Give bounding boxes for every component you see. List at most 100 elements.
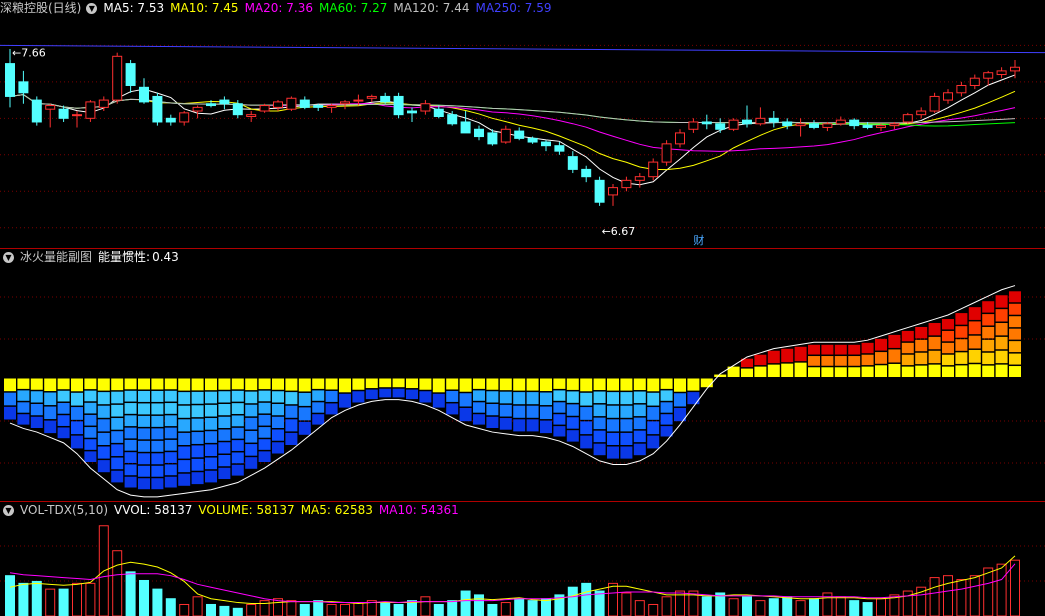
energy-block: [446, 378, 459, 390]
energy-block: [714, 374, 727, 377]
energy-block: [767, 350, 780, 364]
candle-body: [768, 117, 779, 123]
energy-block: [794, 362, 807, 377]
energy-block: [781, 348, 794, 363]
price-chart[interactable]: ←7.66 ←6.67 财: [0, 0, 1045, 248]
candle-body: [112, 55, 123, 101]
energy-block: [848, 356, 861, 366]
energy-block: [513, 378, 526, 391]
energy-block: [272, 404, 284, 416]
volume-bar: [795, 600, 806, 616]
energy-block: [151, 403, 164, 415]
candle-body: [701, 121, 712, 125]
volume-bar: [594, 590, 605, 616]
volume-bar: [85, 582, 96, 616]
volume-bar: [460, 590, 471, 616]
energy-block: [312, 414, 325, 425]
energy-block: [84, 427, 97, 438]
energy-block: [834, 356, 847, 366]
energy-block: [982, 365, 995, 377]
energy-block: [111, 418, 124, 430]
energy-block: [593, 391, 606, 404]
energy-block: [968, 321, 981, 335]
energy-block: [44, 420, 57, 434]
energy-block: [138, 478, 150, 490]
energy-block: [767, 364, 780, 377]
energy-block: [97, 460, 110, 473]
volume-bar: [701, 596, 712, 616]
energy-block: [647, 378, 660, 392]
candle-body: [795, 123, 806, 127]
candle-body: [567, 156, 578, 170]
energy-block: [71, 378, 83, 392]
energy-block: [620, 378, 633, 391]
energy-block: [17, 378, 30, 389]
energy-block: [580, 392, 593, 406]
candle-body: [876, 125, 886, 128]
volume-bar: [447, 600, 458, 616]
energy-block: [459, 393, 472, 407]
volume-bar: [18, 582, 29, 616]
energy-block: [700, 378, 713, 388]
volume-bar: [5, 575, 15, 616]
volume-bar: [1010, 559, 1020, 616]
energy-block: [995, 336, 1008, 350]
energy-block: [151, 440, 164, 452]
energy-block: [942, 342, 954, 354]
candle-body: [514, 130, 525, 139]
candle-body: [125, 63, 136, 86]
energy-block: [566, 430, 579, 442]
energy-chart[interactable]: [0, 249, 1045, 501]
energy-block: [660, 414, 673, 425]
energy-block: [57, 390, 70, 402]
energy-block: [111, 444, 124, 457]
energy-block: [285, 378, 298, 391]
energy-block: [633, 430, 646, 443]
energy-block: [647, 407, 660, 420]
candle-body: [460, 121, 471, 134]
candle-body: [983, 72, 994, 79]
energy-block: [245, 417, 258, 430]
energy-block: [633, 404, 646, 417]
candle-body: [969, 77, 980, 86]
energy-block: [111, 431, 124, 443]
energy-block: [660, 378, 673, 389]
volume-bar: [755, 600, 766, 616]
energy-block: [968, 335, 981, 349]
energy-block: [553, 426, 566, 437]
energy-block: [1009, 353, 1021, 365]
energy-block: [84, 414, 97, 426]
candle-body: [581, 168, 592, 178]
energy-block: [419, 378, 432, 390]
energy-block: [781, 363, 794, 377]
candle-body: [45, 105, 56, 110]
energy-block: [486, 391, 499, 403]
energy-block: [164, 415, 177, 427]
volume-chart[interactable]: [0, 502, 1045, 616]
energy-block: [901, 354, 914, 366]
energy-block: [84, 390, 97, 402]
energy-block: [566, 391, 579, 403]
volume-bar: [876, 598, 886, 616]
volume-bar: [326, 603, 337, 616]
energy-block: [4, 406, 16, 420]
energy-block: [580, 421, 593, 435]
candle-body: [299, 99, 310, 108]
energy-block: [901, 342, 914, 354]
energy-block: [231, 415, 244, 427]
energy-block: [84, 439, 97, 450]
energy-block: [191, 391, 204, 404]
energy-block: [968, 349, 981, 363]
energy-block: [861, 342, 874, 354]
candle-body: [527, 137, 538, 143]
energy-block: [593, 404, 606, 417]
energy-block: [392, 378, 405, 388]
energy-block: [955, 365, 968, 377]
energy-block: [834, 344, 847, 355]
energy-block: [272, 442, 284, 454]
energy-block: [258, 414, 271, 426]
energy-block: [861, 366, 874, 377]
candle-body: [608, 187, 618, 196]
energy-block: [821, 344, 834, 355]
energy-block: [553, 402, 566, 413]
